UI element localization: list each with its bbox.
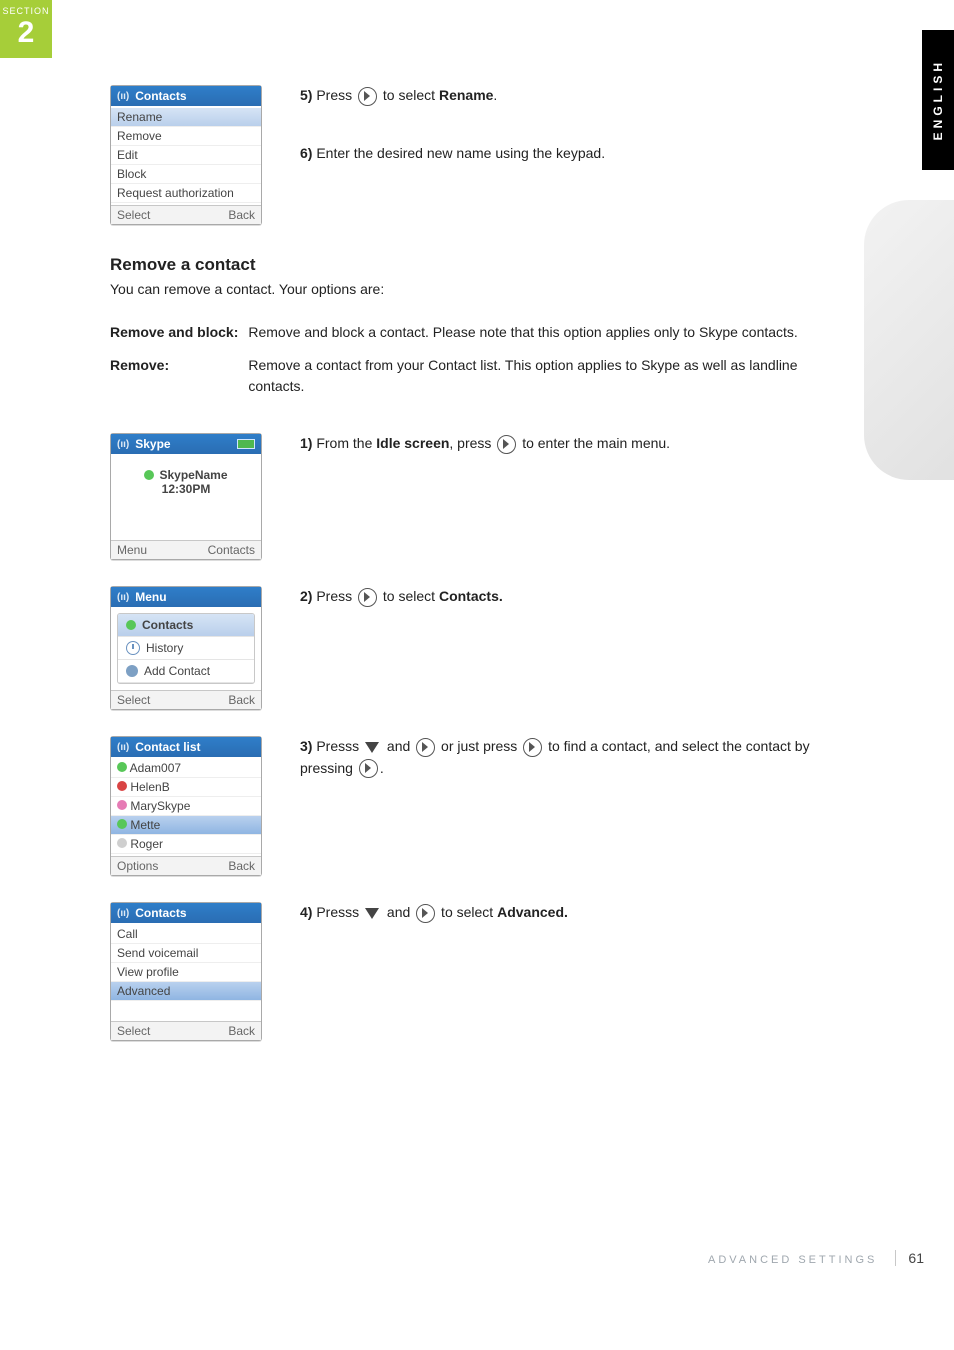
section-badge: SECTION 2 <box>0 0 52 58</box>
status-online-icon <box>117 762 127 772</box>
remove-options-table: Remove and block: Remove and block a con… <box>110 320 850 407</box>
menu-item: History <box>118 637 254 660</box>
menu-item: Request authorization <box>111 184 261 203</box>
down-arrow-icon <box>365 908 379 919</box>
remove-lead: You can remove a contact. Your options a… <box>110 279 850 300</box>
menu-item: Add Contact <box>118 660 254 683</box>
softkey-right: Contacts <box>208 543 255 557</box>
softkey-left: Options <box>117 859 158 873</box>
opt-term: Remove and block: <box>110 320 248 353</box>
nav-key-icon <box>359 759 378 778</box>
opt-desc: Remove a contact from your Contact list.… <box>248 353 850 407</box>
status-online-icon <box>144 470 154 480</box>
section-label: SECTION <box>0 6 52 16</box>
contacts-icon <box>126 620 136 630</box>
nav-key-icon <box>497 435 516 454</box>
nav-key-icon <box>358 87 377 106</box>
screenshot-contacts-advanced-menu: (ıı) Contacts Rename Remove Edit Block Re… <box>110 85 262 225</box>
softkey-right: Back <box>228 859 255 873</box>
signal-icon: (ıı) <box>117 592 129 603</box>
titlebar-text: Contacts <box>135 906 186 920</box>
status-offline-icon <box>117 838 127 848</box>
history-icon <box>126 641 140 655</box>
page-number: 61 <box>895 1250 924 1266</box>
softkey-left: Select <box>117 1024 150 1038</box>
step-5: 5) Press to select Rename. <box>300 85 850 107</box>
menu-item: Call <box>111 925 261 944</box>
screenshot-idle: (ıı) Skype SkypeName 12:30PM Menu Contacts <box>110 433 262 560</box>
list-item: MarySkype <box>111 797 261 816</box>
step-3: 3) Presss and or just press to find a co… <box>300 736 850 779</box>
screenshot-contacts-options: (ıı) Contacts Call Send voicemail View pr… <box>110 902 262 1041</box>
menu-item: Rename <box>111 108 261 127</box>
titlebar-text: Contacts <box>135 89 186 103</box>
softkey-right: Back <box>228 693 255 707</box>
language-tab: ENGLISH <box>922 30 954 170</box>
nav-key-icon <box>416 904 435 923</box>
status-online-icon <box>117 819 127 829</box>
language-tab-text: ENGLISH <box>931 59 945 140</box>
section-number: 2 <box>0 18 52 48</box>
idle-time: 12:30PM <box>115 482 257 496</box>
signal-icon: (ıı) <box>117 91 129 102</box>
titlebar-text: Menu <box>135 590 166 604</box>
idle-skypename: SkypeName <box>159 468 227 482</box>
titlebar-text: Contact list <box>135 740 200 754</box>
step-4: 4) Presss and to select Advanced. <box>300 902 850 924</box>
signal-icon: (ıı) <box>117 439 129 450</box>
blank-row <box>111 1001 261 1019</box>
screenshot-contact-list: (ıı) Contact list Adam007 HelenB MarySkyp… <box>110 736 262 876</box>
softkey-left: Select <box>117 693 150 707</box>
opt-desc: Remove and block a contact. Please note … <box>248 320 850 353</box>
down-arrow-icon <box>365 742 379 753</box>
menu-item: Remove <box>111 127 261 146</box>
add-contact-icon <box>126 665 138 677</box>
footer-section-title: ADVANCED SETTINGS <box>708 1254 877 1266</box>
opt-term: Remove: <box>110 353 248 407</box>
menu-item: View profile <box>111 963 261 982</box>
status-dnd-icon <box>117 781 127 791</box>
menu-item: Block <box>111 165 261 184</box>
list-item: Roger <box>111 835 261 854</box>
softkey-left: Select <box>117 208 150 222</box>
titlebar-text: Skype <box>135 437 170 451</box>
signal-icon: (ıı) <box>117 908 129 919</box>
signal-icon: (ıı) <box>117 742 129 753</box>
softkey-right: Back <box>228 208 255 222</box>
side-decorative-photo <box>864 200 954 480</box>
menu-item: Contacts <box>118 614 254 637</box>
step-1: 1) From the Idle screen, press to enter … <box>300 433 850 455</box>
list-item: HelenB <box>111 778 261 797</box>
nav-key-icon <box>358 588 377 607</box>
nav-key-icon <box>416 738 435 757</box>
softkey-left: Menu <box>117 543 147 557</box>
nav-key-icon <box>523 738 542 757</box>
status-skypeout-icon <box>117 800 127 810</box>
menu-item: Edit <box>111 146 261 165</box>
screenshot-main-menu: (ıı) Menu Contacts History Add Contact Se… <box>110 586 262 710</box>
list-item: Mette <box>111 816 261 835</box>
menu-item: Send voicemail <box>111 944 261 963</box>
menu-item: Advanced <box>111 982 261 1001</box>
remove-heading: Remove a contact <box>110 255 850 275</box>
battery-icon <box>237 439 255 449</box>
step-6: 6) Enter the desired new name using the … <box>300 143 850 165</box>
softkey-right: Back <box>228 1024 255 1038</box>
step-2: 2) Press to select Contacts. <box>300 586 850 608</box>
page-footer: ADVANCED SETTINGS 61 <box>708 1250 924 1266</box>
list-item: Adam007 <box>111 759 261 778</box>
